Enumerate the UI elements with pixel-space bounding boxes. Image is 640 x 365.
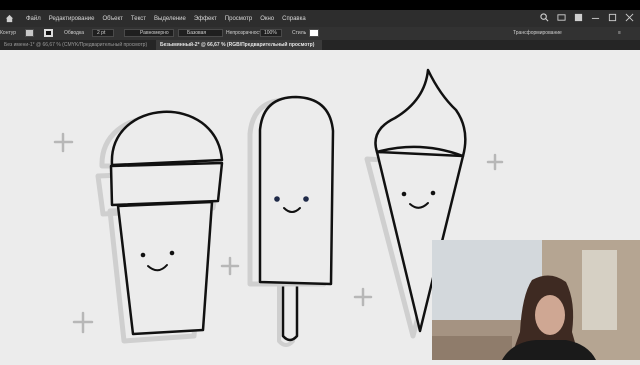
minimize-icon[interactable] [591, 13, 600, 22]
document-tabs: Без имени-1* @ 66,67 % (CMYK/Предварител… [0, 40, 640, 50]
menu-window[interactable]: Окно [260, 16, 274, 22]
cone-ice-cream-drawing [95, 110, 224, 344]
opacity-label[interactable]: Непрозрачность [226, 30, 264, 36]
fill-swatch[interactable] [25, 29, 34, 37]
menu-file[interactable]: Файл [26, 16, 41, 22]
menu-text[interactable]: Текст [131, 16, 146, 22]
brush-profile-select[interactable]: Равномерно [124, 29, 174, 37]
tab-document-1[interactable]: Без имени-1* @ 66,67 % (CMYK/Предварител… [0, 40, 164, 50]
stroke-label[interactable]: Обводка [64, 30, 84, 36]
popsicle-drawing [247, 95, 335, 347]
stroke-weight-field[interactable]: 2 pt [92, 29, 114, 37]
close-icon[interactable] [625, 13, 634, 22]
menu-edit[interactable]: Редактирование [49, 16, 95, 22]
menu-help[interactable]: Справка [282, 16, 306, 22]
transform-link[interactable]: Трансформирование [513, 30, 562, 36]
style-label: Стиль [292, 30, 307, 36]
tab-document-2[interactable]: Безымянный-2* @ 66,67 % (RGB/Предварител… [156, 40, 322, 50]
opacity-field[interactable]: 100% [260, 29, 282, 37]
opacity-value: 100% [264, 30, 277, 36]
style-swatch[interactable] [309, 29, 319, 37]
menu-select[interactable]: Выделение [154, 16, 186, 22]
menu-bar: Файл Редактирование Объект Текст Выделен… [0, 10, 640, 27]
stroke-weight-value: 2 pt [97, 30, 106, 36]
tab-label: Безымянный-2* @ 66,67 % (RGB/Предварител… [160, 42, 315, 48]
basic-brush-value: Базовая [187, 30, 207, 36]
menu-effect[interactable]: Эффект [194, 16, 217, 22]
tab-label: Без имени-1* @ 66,67 % (CMYK/Предварител… [4, 42, 148, 48]
control-bar: Контур Обводка 2 pt Равномерно Базовая Н… [0, 27, 640, 40]
basic-brush-select[interactable]: Базовая [178, 29, 223, 37]
share-icon[interactable] [574, 13, 583, 22]
menu-object[interactable]: Объект [102, 16, 122, 22]
maximize-icon[interactable] [608, 13, 617, 22]
stroke-swatch[interactable] [44, 29, 53, 37]
top-black-strip [0, 0, 640, 10]
webcam-overlay [432, 240, 640, 360]
brush-profile-value: Равномерно [140, 30, 169, 36]
home-icon[interactable] [0, 10, 18, 27]
path-label: Контур [0, 30, 17, 36]
search-icon[interactable] [540, 13, 549, 22]
menu-view[interactable]: Просмотр [225, 16, 252, 22]
arrange-icon[interactable] [557, 13, 566, 22]
panel-menu-icon[interactable]: ≡ [618, 30, 621, 36]
